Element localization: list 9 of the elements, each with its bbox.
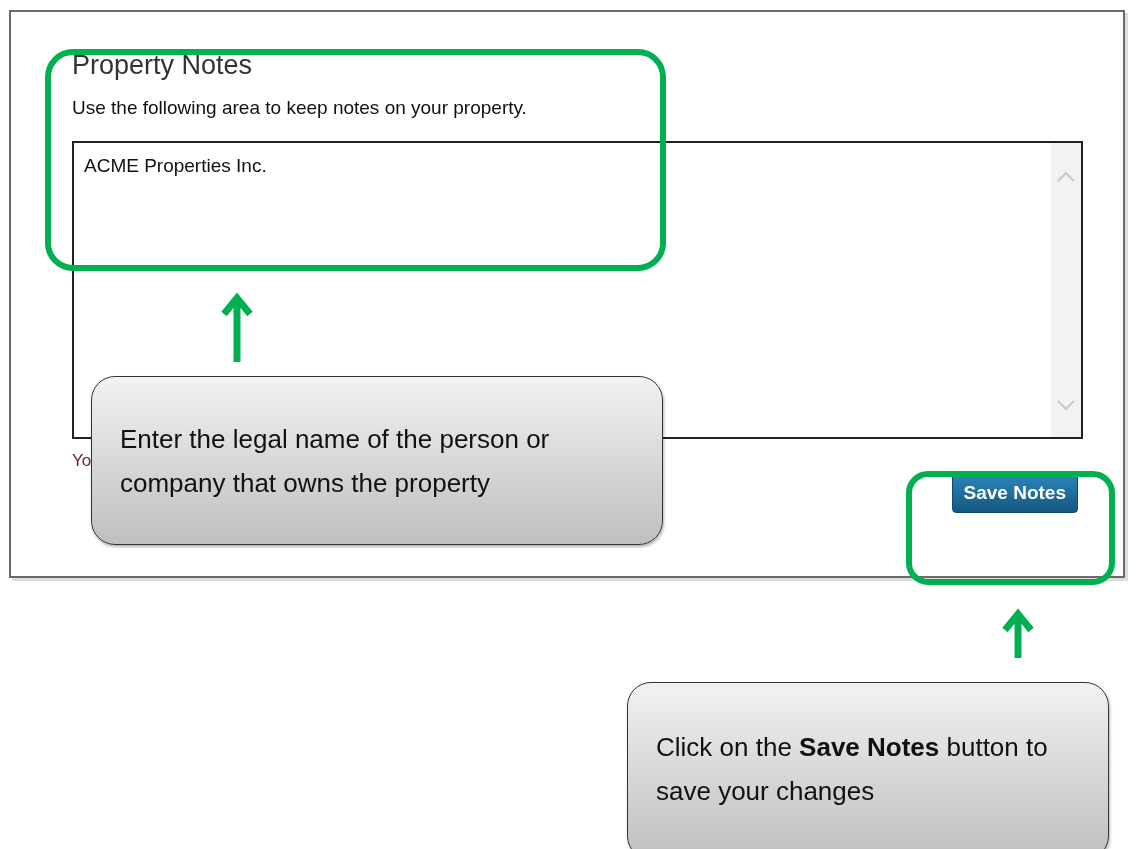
panel-title: Property Notes xyxy=(72,50,254,81)
scrollbar[interactable] xyxy=(1051,143,1081,437)
footnote-text: Yo xyxy=(72,451,92,471)
callout-text: Click on the Save Notes button to save your changes xyxy=(627,682,1109,849)
chevron-down-icon[interactable] xyxy=(1057,400,1075,411)
chevron-up-icon[interactable] xyxy=(1057,171,1075,182)
panel-description: Use the following area to keep notes on your property. xyxy=(72,97,528,119)
callout-text: Enter the legal name of the person or company that owns the property xyxy=(91,376,663,545)
up-arrow-icon xyxy=(220,292,254,362)
